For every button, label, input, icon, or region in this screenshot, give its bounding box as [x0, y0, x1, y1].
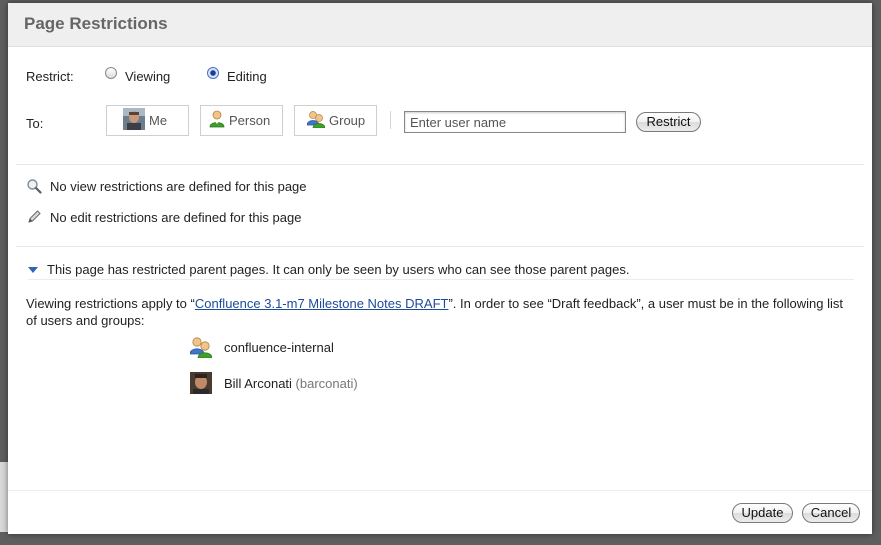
restriction-explanation: Viewing restrictions apply to “Confluenc…	[26, 295, 856, 329]
person-icon	[209, 110, 225, 131]
person-button[interactable]: Person	[200, 105, 283, 136]
editing-radio-label[interactable]: Editing	[227, 69, 267, 84]
dialog-header: Page Restrictions	[8, 3, 872, 47]
user-avatar-icon	[123, 108, 145, 133]
edit-restriction-status: No edit restrictions are defined for thi…	[26, 209, 301, 225]
toolbar-separator	[390, 111, 391, 129]
update-button[interactable]: Update	[732, 503, 793, 523]
expand-triangle-icon[interactable]	[28, 266, 38, 273]
user-name-input[interactable]	[404, 111, 626, 133]
entry-username: (barconati)	[295, 375, 358, 391]
entry-name: Bill Arconati	[224, 375, 292, 391]
group-button-label: Group	[329, 113, 366, 128]
edit-restriction-text: No edit restrictions are defined for thi…	[50, 209, 302, 225]
page-restrictions-dialog: Page Restrictions Restrict: Viewing Edit…	[8, 3, 872, 534]
to-label: To:	[26, 116, 44, 131]
list-item: Bill Arconati (barconati)	[190, 372, 358, 394]
group-icon	[306, 110, 326, 131]
footer-divider	[8, 490, 872, 491]
dialog-title: Page Restrictions	[24, 14, 168, 33]
group-button[interactable]: Group	[294, 105, 377, 136]
parent-page-link[interactable]: Confluence 3.1-m7 Milestone Notes DRAFT	[195, 296, 449, 311]
cancel-button[interactable]: Cancel	[802, 503, 860, 523]
me-button[interactable]: Me	[106, 105, 189, 136]
restrict-button[interactable]: Restrict	[636, 112, 701, 132]
viewing-radio[interactable]	[105, 67, 117, 79]
underlying-page-edge	[0, 462, 8, 532]
user-avatar-icon	[190, 372, 212, 394]
view-restriction-status: No view restrictions are defined for thi…	[26, 178, 307, 194]
divider-top	[16, 164, 864, 165]
parent-note-text: This page has restricted parent pages. I…	[47, 262, 630, 277]
viewing-radio-label[interactable]: Viewing	[125, 69, 170, 84]
divider-middle	[16, 246, 864, 247]
pencil-icon	[26, 209, 42, 225]
person-button-label: Person	[229, 113, 271, 128]
restrict-label: Restrict:	[26, 69, 74, 84]
group-icon	[189, 336, 213, 359]
divider-parent-note	[28, 279, 854, 280]
view-restriction-text: No view restrictions are defined for thi…	[50, 178, 307, 194]
entry-name: confluence-internal	[224, 339, 334, 355]
magnifier-icon	[26, 178, 42, 194]
me-button-label: Me	[149, 113, 168, 128]
explanation-prefix: Viewing restrictions apply to “	[26, 296, 195, 311]
editing-radio[interactable]	[207, 67, 219, 79]
parent-restriction-note: This page has restricted parent pages. I…	[28, 262, 629, 277]
list-item: confluence-internal	[189, 336, 334, 359]
